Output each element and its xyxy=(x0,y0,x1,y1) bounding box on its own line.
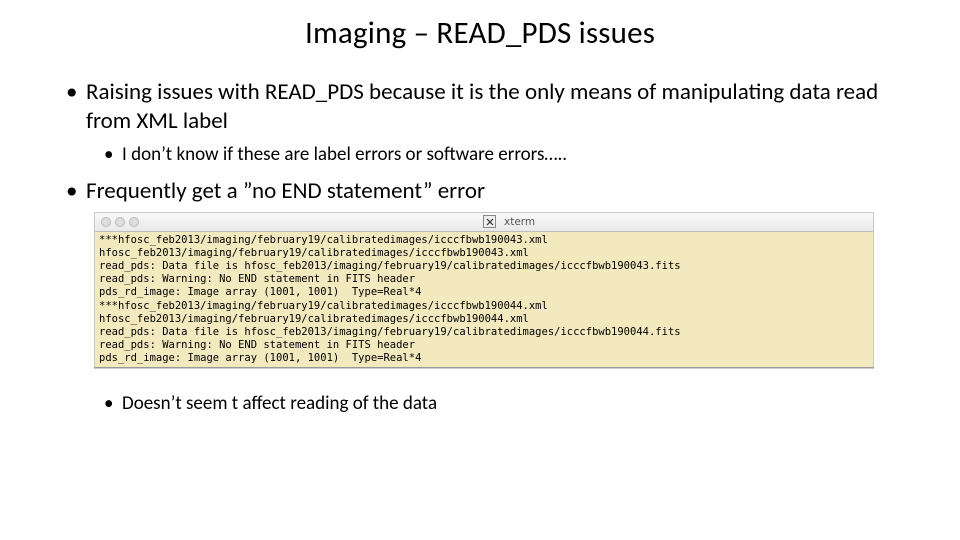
terminal-line: hfosc_feb2013/imaging/february19/calibra… xyxy=(99,313,529,325)
bullet-level1: Raising issues with READ_PDS because it … xyxy=(60,78,900,136)
terminal-line: ***hfosc_feb2013/imaging/february19/cali… xyxy=(99,234,548,246)
terminal-cutoff-edge xyxy=(94,368,874,381)
terminal-line: read_pds: Data file is hfosc_feb2013/ima… xyxy=(99,326,681,338)
xterm-app-icon xyxy=(483,215,496,228)
slide: Imaging – READ_PDS issues Raising issues… xyxy=(0,0,960,540)
terminal-line: read_pds: Warning: No END statement in F… xyxy=(99,273,415,285)
terminal-line: read_pds: Warning: No END statement in F… xyxy=(99,339,415,351)
window-button-icon xyxy=(101,217,111,227)
bullet-text: Raising issues with READ_PDS because it … xyxy=(86,78,878,135)
slide-title: Imaging – READ_PDS issues xyxy=(60,14,900,52)
bullet-level2: Doesn’t seem t affect reading of the dat… xyxy=(60,391,900,417)
window-button-icon xyxy=(129,217,139,227)
bullet-text: I don’t know if these are label errors o… xyxy=(122,143,567,166)
terminal-body: ***hfosc_feb2013/imaging/february19/cali… xyxy=(94,232,874,368)
terminal-line: pds_rd_image: Image array (1001, 1001) T… xyxy=(99,352,421,364)
bullet-text: Doesn’t seem t affect reading of the dat… xyxy=(122,392,437,415)
terminal-line: pds_rd_image: Image array (1001, 1001) T… xyxy=(99,286,421,298)
window-button-icon xyxy=(115,217,125,227)
bullet-text: Frequently get a ”no END statement” erro… xyxy=(86,177,485,205)
terminal-line: hfosc_feb2013/imaging/february19/calibra… xyxy=(99,247,529,259)
terminal-screenshot: xterm ***hfosc_feb2013/imaging/february1… xyxy=(94,212,874,381)
bullet-level2: I don’t know if these are label errors o… xyxy=(60,142,900,168)
terminal-titlebar: xterm xyxy=(94,212,874,232)
terminal-line: read_pds: Data file is hfosc_feb2013/ima… xyxy=(99,260,681,272)
terminal-window-label: xterm xyxy=(504,216,535,228)
bullet-level1: Frequently get a ”no END statement” erro… xyxy=(60,177,900,206)
terminal-line: ***hfosc_feb2013/imaging/february19/cali… xyxy=(99,300,548,312)
